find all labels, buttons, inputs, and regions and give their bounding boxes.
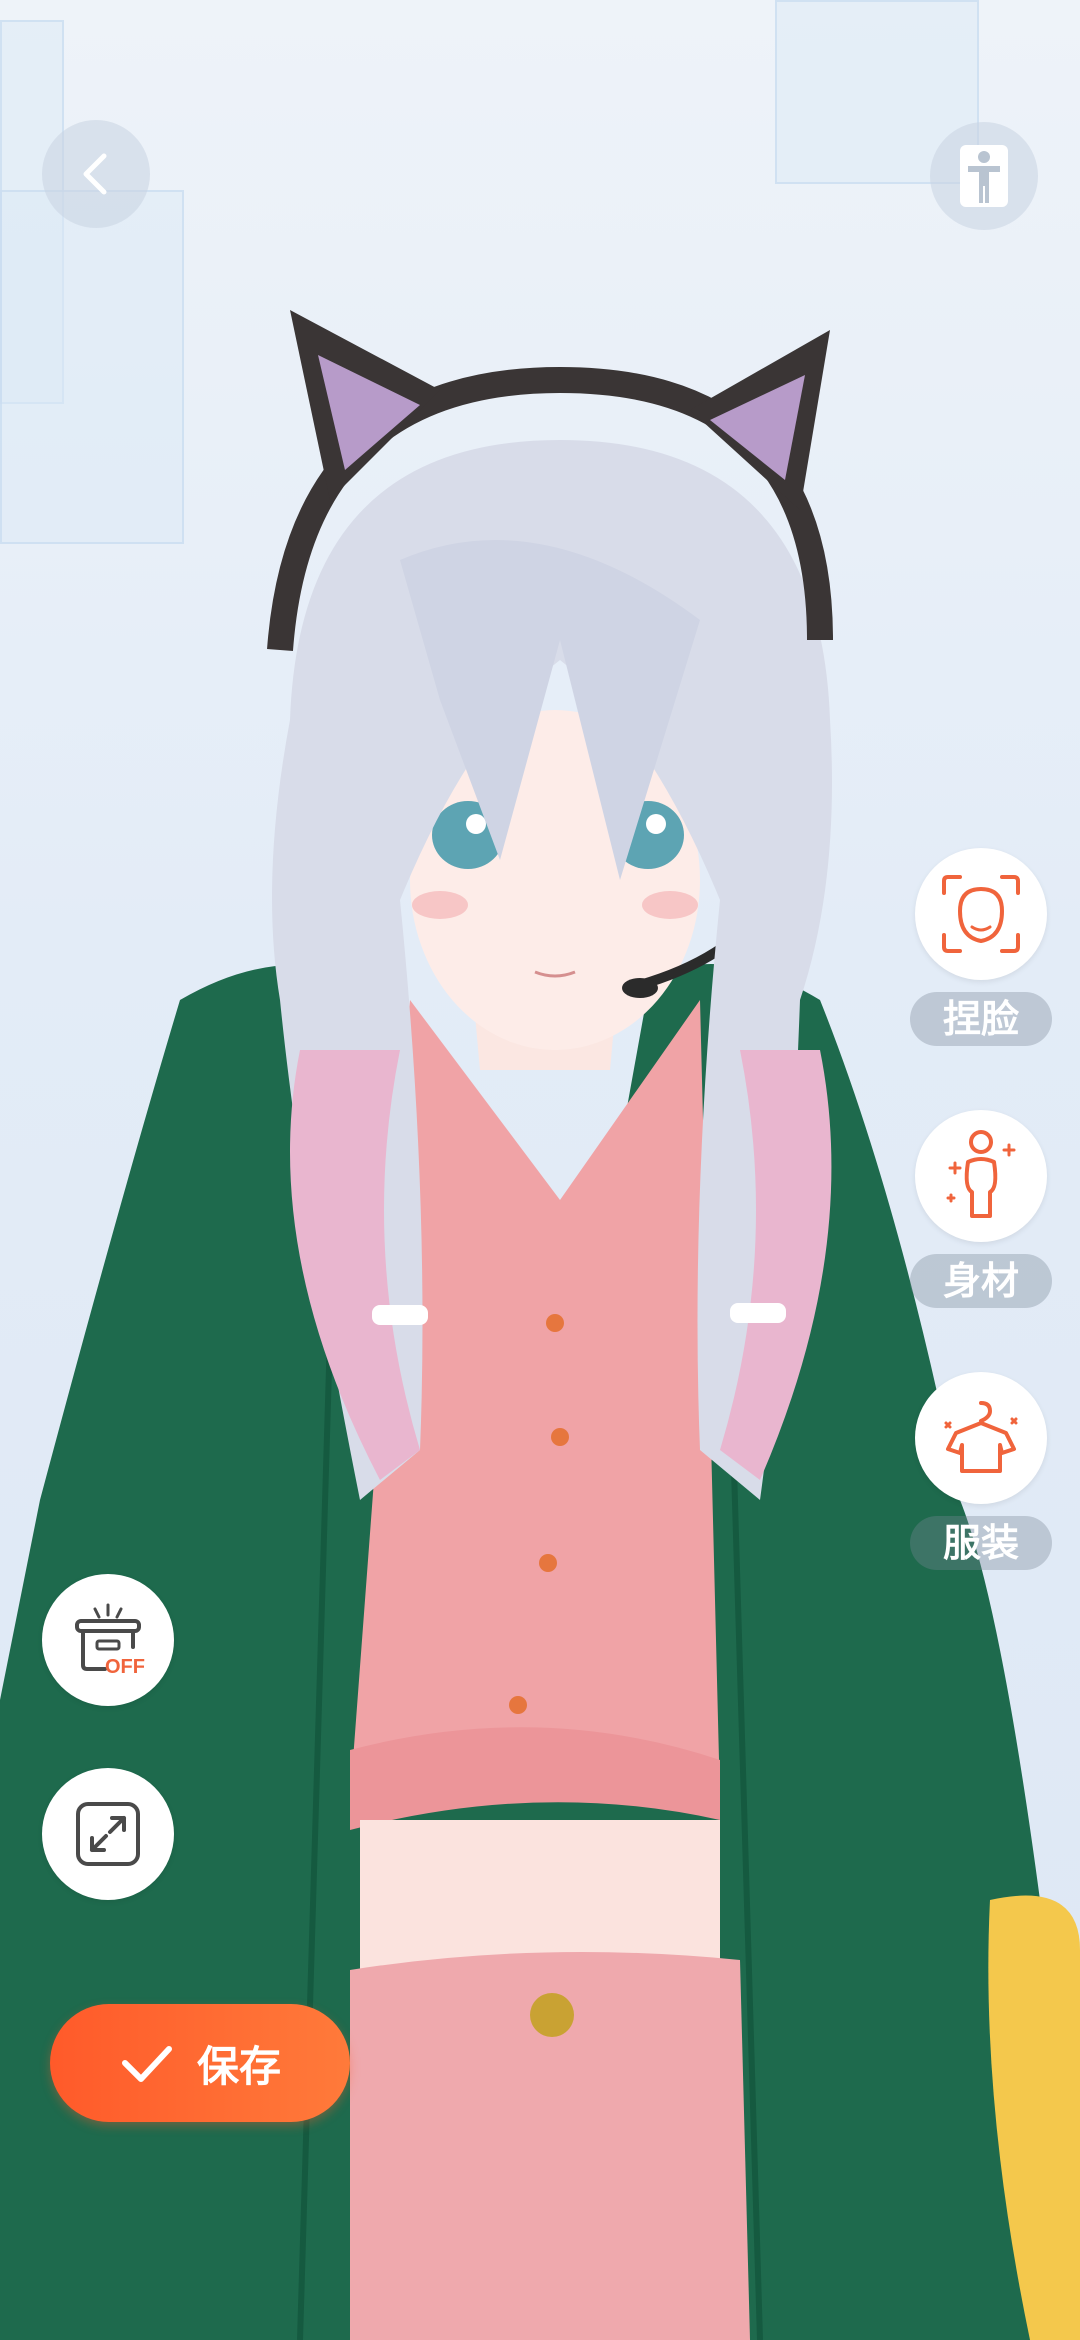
tool-face-edit-circle[interactable] (915, 848, 1047, 980)
expand-view-button[interactable] (42, 1768, 174, 1900)
tool-body-edit-label: 身材 (910, 1254, 1052, 1308)
tool-clothing-label: 服装 (910, 1516, 1052, 1570)
tool-clothing[interactable]: 服装 (906, 1372, 1056, 1570)
save-button[interactable]: 保存 (50, 2004, 350, 2122)
turntable-off-badge: OFF (105, 1656, 145, 1678)
tool-body-edit-circle[interactable] (915, 1110, 1047, 1242)
turntable-off-icon: OFF (75, 1603, 145, 1678)
tool-clothing-circle[interactable] (915, 1372, 1047, 1504)
back-button[interactable] (42, 120, 150, 228)
tool-face-edit-label: 捏脸 (910, 992, 1052, 1046)
check-icon (121, 2046, 172, 2082)
person-pose-icon (960, 145, 1008, 207)
turntable-toggle-button[interactable]: OFF (42, 1574, 174, 1706)
face-edit-icon (942, 875, 1020, 953)
tool-face-edit[interactable]: 捏脸 (906, 848, 1056, 1046)
avatar-editor-screen: 捏脸 身材 服装 OFF 保存 (0, 0, 1080, 2340)
body-edit-icon (946, 1130, 1016, 1218)
clothing-icon (944, 1401, 1018, 1473)
expand-icon (76, 1802, 140, 1866)
chevron-left-icon (83, 153, 107, 195)
tool-body-edit[interactable]: 身材 (906, 1110, 1056, 1308)
save-button-label: 保存 (196, 2041, 281, 2091)
pose-button[interactable] (930, 122, 1038, 230)
